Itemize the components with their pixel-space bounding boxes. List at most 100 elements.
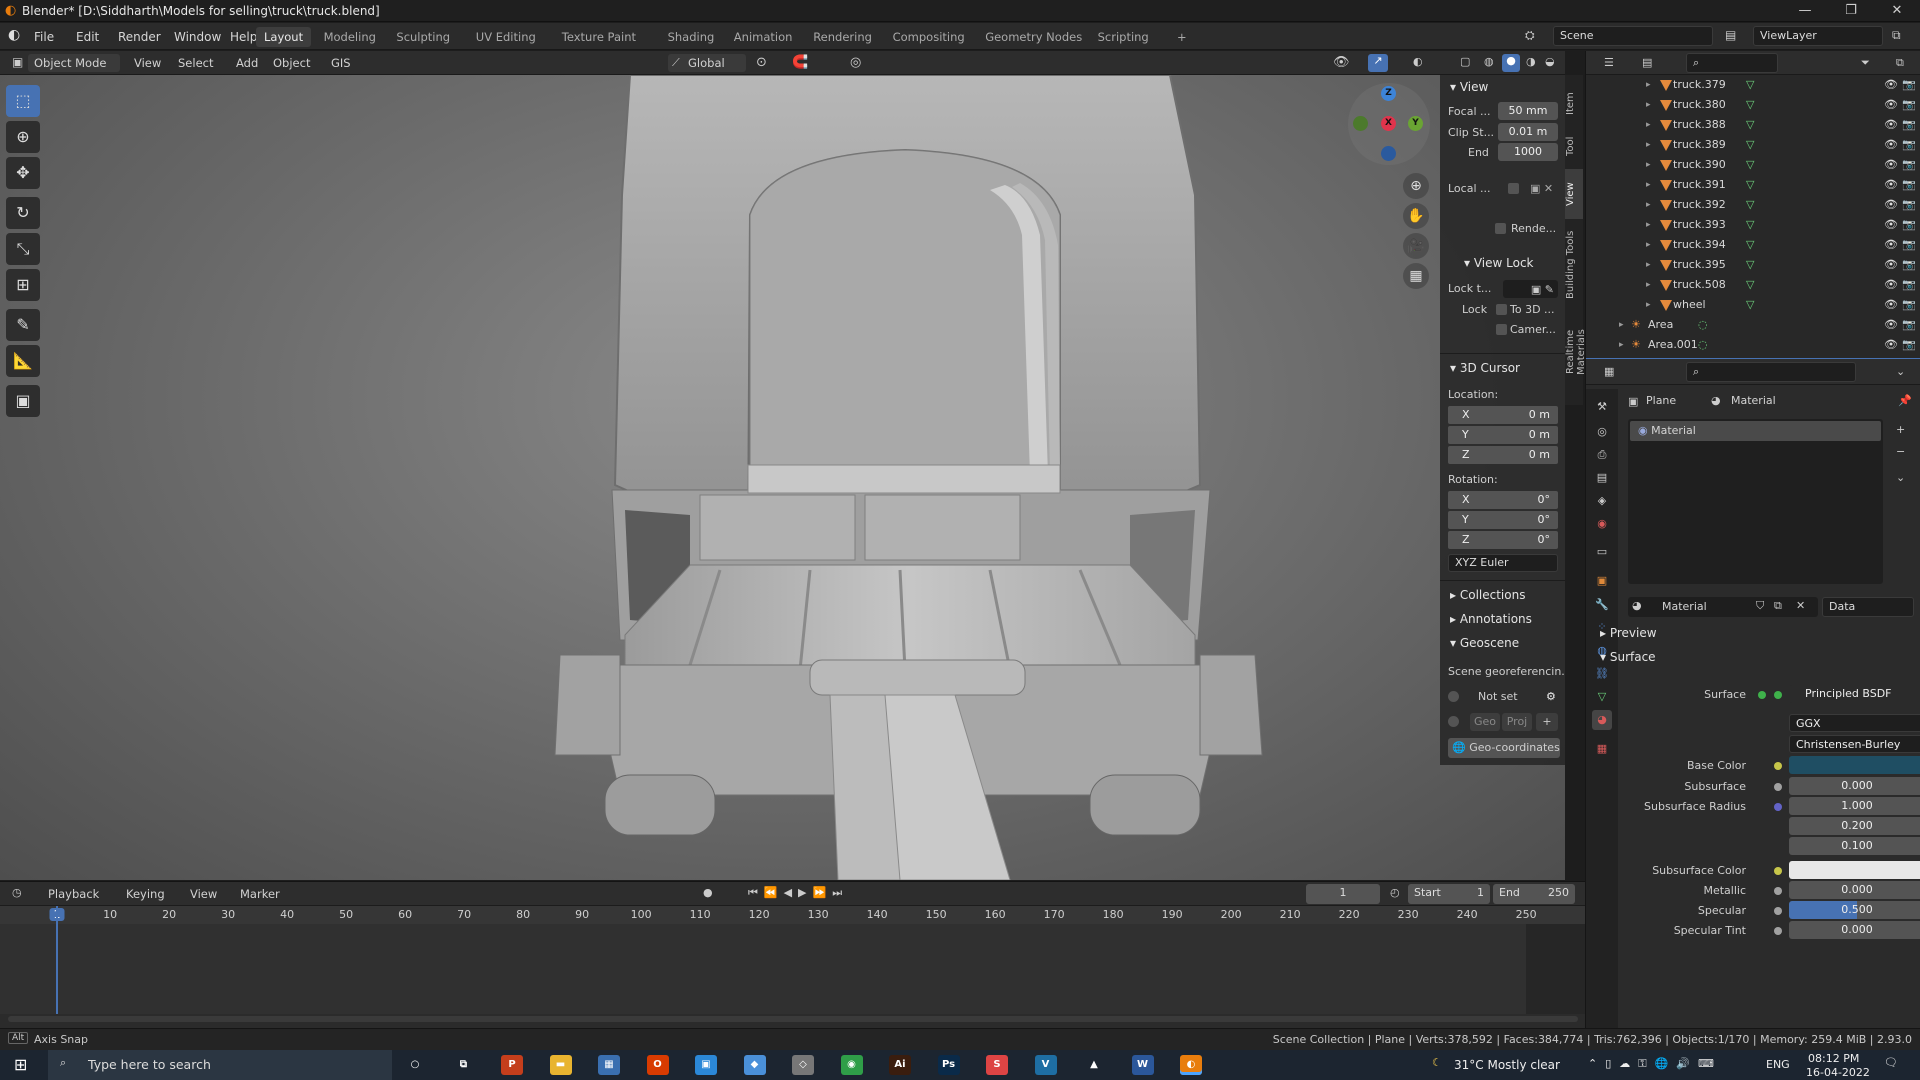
cursor-rot-x-field[interactable]: X 0° xyxy=(1448,491,1558,509)
add-icon[interactable]: + xyxy=(1536,713,1558,731)
word-icon[interactable]: W xyxy=(1131,1055,1154,1075)
proj-button[interactable]: Proj xyxy=(1502,713,1532,731)
socket-dot-icon[interactable] xyxy=(1774,803,1782,811)
render-camera-icon[interactable]: 📷 xyxy=(1902,275,1916,295)
editor-type-icon[interactable]: ▣ xyxy=(12,55,23,69)
socket-dot-icon[interactable] xyxy=(1774,691,1782,699)
geo-button[interactable]: Geo xyxy=(1470,713,1500,731)
maximize-button[interactable]: ❐ xyxy=(1828,0,1874,22)
transform-icon[interactable]: ⊞ xyxy=(6,269,40,301)
outliner-item[interactable]: ▸ truck.508 ▽ 👁 📷 xyxy=(1586,275,1920,295)
gizmo-x-axis[interactable]: X xyxy=(1381,116,1396,131)
outliner-item[interactable]: ▸ wheel ▽ 👁 📷 xyxy=(1586,295,1920,315)
proportional-icon[interactable]: ◎ xyxy=(850,55,861,70)
lock-to-3d-cursor-checkbox[interactable] xyxy=(1496,304,1507,315)
v-ray-icon[interactable]: V xyxy=(1034,1055,1057,1075)
view-layer-icon[interactable]: ▤ xyxy=(1592,468,1612,488)
cursor-rot-y-field[interactable]: Y 0° xyxy=(1448,511,1558,529)
modifier-icon[interactable]: 🔧 xyxy=(1592,595,1612,615)
settings-gear-icon[interactable]: ⚙ xyxy=(1546,687,1556,707)
visibility-icon[interactable]: 👁 xyxy=(1333,55,1350,70)
outliner-item[interactable]: ▸ truck.393 ▽ 👁 📷 xyxy=(1586,215,1920,235)
cursor-loc-x-field[interactable]: X 0 m xyxy=(1448,406,1558,424)
display-mode-icon[interactable]: ▤ xyxy=(1642,56,1652,69)
render-camera-icon[interactable]: 📷 xyxy=(1902,255,1916,275)
illustrator-icon[interactable]: Ai xyxy=(889,1055,911,1075)
gizmo-neg-z-axis[interactable] xyxy=(1381,146,1396,161)
notifications-icon[interactable]: 🗨 xyxy=(1884,1056,1898,1069)
render-camera-icon[interactable]: 📷 xyxy=(1902,175,1916,195)
geo-coordinates-button[interactable]: Geo-coordinates xyxy=(1469,741,1560,754)
annotations-section-header[interactable]: ▸ Annotations xyxy=(1440,608,1565,630)
expand-arrow-icon[interactable]: ▸ xyxy=(1646,195,1651,215)
timeline-menu-view[interactable]: View xyxy=(184,885,223,903)
cursor-icon[interactable]: ⊕ xyxy=(6,121,40,153)
wireframe-shading-icon[interactable]: ◍ xyxy=(1484,55,1494,68)
color-swatch[interactable] xyxy=(1789,756,1920,774)
viewport-menu-select[interactable]: Select xyxy=(172,54,219,72)
outliner-item[interactable]: ▸ truck.389 ▽ 👁 📷 xyxy=(1586,135,1920,155)
app-icon[interactable]: ◆ xyxy=(743,1055,766,1075)
render-camera-icon[interactable]: 📷 xyxy=(1902,295,1916,315)
render-camera-icon[interactable]: 📷 xyxy=(1902,95,1916,115)
timeline-body[interactable] xyxy=(0,906,1585,1014)
cursor-rot-z-field[interactable]: Z 0° xyxy=(1448,531,1558,549)
menu-window[interactable]: Window xyxy=(168,28,227,46)
tab-texture-paint[interactable]: Texture Paint xyxy=(554,27,644,47)
tab-compositing[interactable]: Compositing xyxy=(885,27,973,47)
outliner-editor-icon[interactable]: ☰ xyxy=(1604,56,1614,69)
weather-text[interactable]: 31°C Mostly clear xyxy=(1454,1058,1560,1072)
visibility-eye-icon[interactable]: 👁 xyxy=(1884,195,1898,215)
sidebar-tab-realtime-materials[interactable]: Realtime Materials xyxy=(1565,307,1587,397)
cursor-loc-z-field[interactable]: Z 0 m xyxy=(1448,446,1558,464)
cursor-loc-y-field[interactable]: Y 0 m xyxy=(1448,426,1558,444)
outliner-item[interactable]: ▸ ☀ Area ◌ 👁 📷 xyxy=(1586,315,1920,335)
viewport-menu-gis[interactable]: GIS xyxy=(325,54,357,72)
chrome-icon[interactable]: ◉ xyxy=(840,1055,863,1075)
new-collection-icon[interactable]: ⧉ xyxy=(1896,56,1904,70)
viewport-menu-add[interactable]: Add xyxy=(230,54,264,72)
scene-icon[interactable]: ◈ xyxy=(1592,491,1612,511)
expand-arrow-icon[interactable]: ▸ xyxy=(1646,275,1651,295)
outliner-item[interactable]: ▸ truck.394 ▽ 👁 📷 xyxy=(1586,235,1920,255)
view-section-header[interactable]: ▾ View xyxy=(1440,76,1565,98)
render-camera-icon[interactable]: 📷 xyxy=(1902,155,1916,175)
tab-scripting[interactable]: Scripting xyxy=(1090,27,1157,47)
viewport-menu-object[interactable]: Object xyxy=(267,54,316,72)
tab-sculpting[interactable]: Sculpting xyxy=(388,27,458,47)
render-camera-icon[interactable]: 📷 xyxy=(1902,115,1916,135)
navigation-gizmo[interactable]: Z X Y xyxy=(1348,83,1430,165)
playback-controls[interactable]: ⏮⏪◀▶⏩⏭ xyxy=(748,886,848,900)
sidebar-tab-item[interactable]: Item xyxy=(1565,85,1583,123)
socket-dot-icon[interactable] xyxy=(1774,867,1782,875)
expand-arrow-icon[interactable]: ▸ xyxy=(1646,115,1651,135)
render-icon[interactable]: ◎ xyxy=(1592,422,1612,442)
3d-cursor-section-header[interactable]: ▾ 3D Cursor xyxy=(1440,357,1565,379)
expand-arrow-icon[interactable]: ▸ xyxy=(1646,135,1651,155)
expand-arrow-icon[interactable]: ▸ xyxy=(1619,315,1624,335)
blender-menu-icon[interactable]: ◐ xyxy=(8,27,20,43)
minimize-button[interactable]: — xyxy=(1782,0,1828,22)
vlc-icon[interactable]: ▲ xyxy=(1083,1055,1105,1075)
visibility-eye-icon[interactable]: 👁 xyxy=(1884,295,1898,315)
outliner-item[interactable]: ▸ truck.380 ▽ 👁 📷 xyxy=(1586,95,1920,115)
visibility-eye-icon[interactable]: 👁 xyxy=(1884,175,1898,195)
mode-dropdown[interactable]: Object Mode xyxy=(28,54,120,72)
tab-layout[interactable]: Layout xyxy=(256,27,312,47)
snap-icon[interactable]: 🧲 xyxy=(792,55,808,70)
pivot-icon[interactable]: ⊙ xyxy=(756,55,767,70)
rotation-mode-dropdown[interactable]: XYZ Euler xyxy=(1448,554,1558,572)
sidebar-tab-tool[interactable]: Tool xyxy=(1565,127,1583,165)
property-value-field[interactable]: 0.000 xyxy=(1789,881,1920,899)
render-camera-icon[interactable]: 📷 xyxy=(1902,195,1916,215)
rotate-icon[interactable]: ↻ xyxy=(6,197,40,229)
scene-field[interactable]: Scene xyxy=(1553,26,1713,46)
expand-arrow-icon[interactable]: ▸ xyxy=(1646,175,1651,195)
visibility-eye-icon[interactable]: 👁 xyxy=(1884,275,1898,295)
clip-end-field[interactable]: 1000 xyxy=(1498,143,1558,161)
solid-shading-icon[interactable]: ● xyxy=(1502,54,1520,72)
outliner-item[interactable]: ▸ truck.390 ▽ 👁 📷 xyxy=(1586,155,1920,175)
new-view-layer-icon[interactable]: ⧉ xyxy=(1892,28,1901,43)
focal-length-field[interactable]: 50 mm xyxy=(1498,102,1558,120)
menu-edit[interactable]: Edit xyxy=(70,28,105,46)
